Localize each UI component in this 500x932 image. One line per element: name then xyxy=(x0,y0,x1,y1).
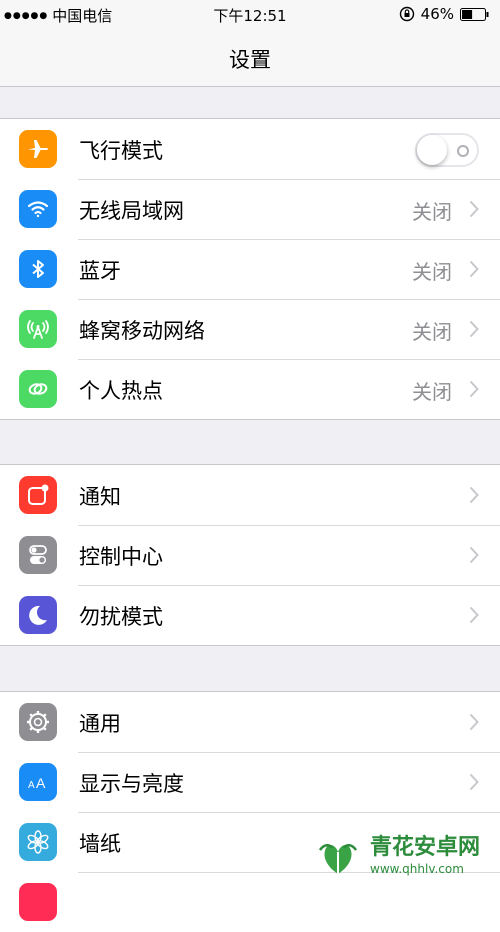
chevron-right-icon xyxy=(469,606,479,624)
watermark-logo xyxy=(318,844,358,874)
settings-row-label: 蜂窝移动网络 xyxy=(79,319,205,343)
settings-group-system: 通知 控制中心 勿扰模式 xyxy=(0,464,500,646)
settings-group-connectivity: 飞行模式 无线局域网 关闭 蓝牙 关闭 蜂窝移动网络 关闭 个人热点 关闭 xyxy=(0,118,500,420)
chevron-right-icon xyxy=(469,380,479,398)
airplane-mode-toggle[interactable] xyxy=(415,133,479,167)
chevron-right-icon xyxy=(469,773,479,791)
settings-row-label: 通用 xyxy=(79,712,121,736)
airplane-icon xyxy=(19,130,57,168)
settings-row-display-brightness[interactable]: A A 显示与亮度 xyxy=(0,752,500,812)
settings-row-label: 蓝牙 xyxy=(79,259,121,283)
svg-text:A: A xyxy=(36,775,46,791)
bluetooth-icon xyxy=(19,250,57,288)
settings-row-cellular[interactable]: 蜂窝移动网络 关闭 xyxy=(0,299,500,359)
watermark-name: 青花安卓网 xyxy=(370,835,481,860)
rotation-lock-icon xyxy=(399,6,414,22)
wifi-icon xyxy=(19,190,57,228)
settings-row-general[interactable]: 通用 xyxy=(0,692,500,752)
battery-percent: 46% xyxy=(420,5,454,23)
settings-row-airplane-mode[interactable]: 飞行模式 xyxy=(0,119,500,179)
svg-text:A: A xyxy=(28,780,35,791)
settings-row-label: 控制中心 xyxy=(79,545,163,569)
settings-row-do-not-disturb[interactable]: 勿扰模式 xyxy=(0,585,500,645)
hotspot-link-icon xyxy=(19,370,57,408)
settings-row-personal-hotspot[interactable]: 个人热点 关闭 xyxy=(0,359,500,419)
settings-group-general: 通用 A A 显示与亮度 墙纸 xyxy=(0,691,500,932)
settings-row-label: 通知 xyxy=(79,485,121,509)
toggle-knob xyxy=(417,135,447,165)
settings-row-bluetooth[interactable]: 蓝牙 关闭 xyxy=(0,239,500,299)
settings-row-label: 个人热点 xyxy=(79,379,163,403)
watermark: 青花安卓网 www.qhhlv.com xyxy=(312,826,497,886)
chevron-right-icon xyxy=(469,320,479,338)
moon-icon xyxy=(19,596,57,634)
status-bar: ●●●●● 中国电信 下午12:51 46% xyxy=(0,0,500,28)
chevron-right-icon xyxy=(469,486,479,504)
settings-row-value: 关闭 xyxy=(412,200,452,224)
text-size-icon: A A xyxy=(19,763,57,801)
gear-icon xyxy=(19,703,57,741)
chevron-right-icon xyxy=(469,260,479,278)
settings-row-label: 飞行模式 xyxy=(79,139,163,163)
watermark-url: www.qhhlv.com xyxy=(370,862,464,876)
settings-row-wifi[interactable]: 无线局域网 关闭 xyxy=(0,179,500,239)
chevron-right-icon xyxy=(469,200,479,218)
notifications-icon xyxy=(19,476,57,514)
settings-row-label: 勿扰模式 xyxy=(79,605,163,629)
cellular-antenna-icon xyxy=(19,310,57,348)
watermark-text: 青花安卓网 www.qhhlv.com xyxy=(370,835,481,876)
settings-row-notifications[interactable]: 通知 xyxy=(0,465,500,525)
settings-row-label: 显示与亮度 xyxy=(79,772,184,796)
page-title: 设置 xyxy=(229,48,271,72)
battery-icon xyxy=(460,7,489,21)
settings-row-value: 关闭 xyxy=(412,320,452,344)
settings-row-value: 关闭 xyxy=(412,380,452,404)
navigation-bar: 设置 xyxy=(0,28,500,87)
control-center-icon xyxy=(19,536,57,574)
settings-row-control-center[interactable]: 控制中心 xyxy=(0,525,500,585)
toggle-off-indicator xyxy=(457,145,469,157)
settings-row-label: 墙纸 xyxy=(79,832,121,856)
chevron-right-icon xyxy=(469,713,479,731)
status-right: 46% xyxy=(399,5,490,23)
flower-icon xyxy=(19,823,57,861)
chevron-right-icon xyxy=(469,546,479,564)
settings-row-value: 关闭 xyxy=(412,260,452,284)
settings-row-label: 无线局域网 xyxy=(79,199,184,223)
